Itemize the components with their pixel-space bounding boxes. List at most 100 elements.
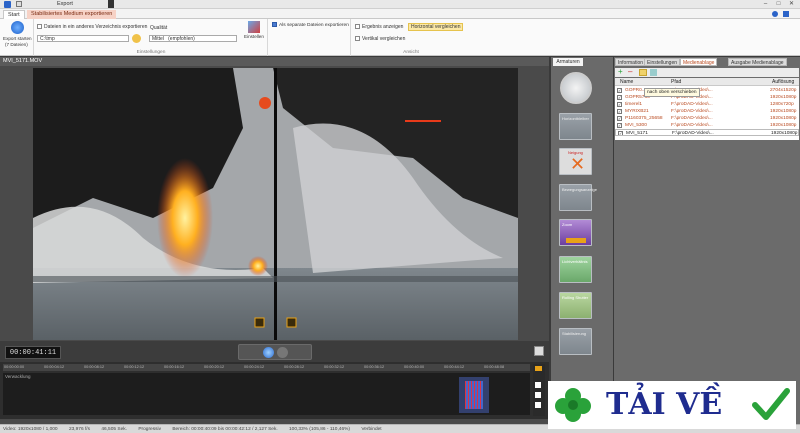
cross-icon: ✕: [570, 154, 586, 174]
tab-settings[interactable]: Einstellungen: [644, 58, 681, 66]
video-preview[interactable]: [33, 68, 518, 340]
timeline-tick: 00:00:40:00: [404, 365, 425, 369]
row-res: 1920x1080p: [771, 131, 798, 136]
row-checkbox[interactable]: ✓: [617, 95, 622, 100]
close-button[interactable]: ✕: [787, 1, 796, 8]
tab-start[interactable]: Start: [3, 10, 25, 19]
ribbon-tabs: Start Stabilisiertes Medium exportieren: [0, 9, 800, 19]
help-icon[interactable]: [772, 11, 778, 17]
row-checkbox[interactable]: ✓: [617, 123, 622, 128]
media-row[interactable]: ✓ MVI_5300 F:\proDAD-Video\... 1920x1080p: [615, 122, 799, 129]
watermark: TẢI VỀ: [548, 381, 796, 429]
row-checkbox[interactable]: ✓: [618, 131, 623, 135]
status-range: Bereich: 00:00:40:09 bis 00:00:42:12 / 2…: [172, 427, 278, 432]
move-down-icon[interactable]: [650, 69, 657, 76]
separate-group: Als separate Dateien exportieren: [269, 19, 351, 56]
gauge-light-label: Lichtverhältnis: [562, 259, 588, 264]
title-bar: Export – □ ✕: [0, 0, 800, 9]
settings-group-label: Einstellungen: [136, 50, 166, 55]
gauge-light[interactable]: Lichtverhältnis: [559, 256, 592, 283]
app-icon: [4, 1, 11, 8]
adjust-label: Einstellen: [244, 34, 264, 39]
option-checkbox[interactable]: [535, 402, 541, 408]
export-button-label: Export starten: [3, 36, 32, 41]
quality-select[interactable]: Mittel (empfohlen): [149, 35, 237, 42]
col-resolution[interactable]: Auflösung: [772, 79, 794, 85]
show-results-toggle[interactable]: Ergebnis anzeigen: [355, 24, 403, 30]
tab-information[interactable]: Information: [615, 58, 647, 66]
row-checkbox[interactable]: ✓: [617, 116, 622, 121]
tab-export-stabilized[interactable]: Stabilisiertes Medium exportieren: [27, 10, 117, 19]
clover-icon: [555, 388, 591, 422]
check-icon: [752, 388, 790, 420]
fullscreen-icon[interactable]: [534, 346, 544, 356]
timeline-tick: 00:00:04:12: [44, 365, 65, 369]
row-path: F:\proDAD-Video\...: [672, 131, 714, 136]
other-dir-checkbox[interactable]: Dateien in ein anderes Verzeichnis expor…: [37, 24, 147, 30]
row-res: 1920x1080p: [770, 116, 797, 121]
media-row[interactable]: ✓ MVI_5171 F:\proDAD-Video\... 1920x1080p: [615, 129, 799, 136]
gauge-panel-title: Armaturen: [553, 58, 583, 66]
status-video: Video: 1920x1080 / 1,000: [3, 427, 58, 432]
row-name: MVI_5300: [625, 123, 647, 128]
compare-horizontal-toggle[interactable]: Horizontal vergleichen: [408, 23, 464, 31]
tab-output-media-bin[interactable]: Ausgabe Medienablage: [728, 58, 787, 66]
gauge-motion[interactable]: Bewegungsanzeige: [559, 184, 597, 211]
row-path: F:\proDAD-Video\...: [671, 116, 713, 121]
option-checkbox[interactable]: [535, 382, 541, 388]
path-field[interactable]: C:\tmp: [37, 35, 129, 42]
option-checkbox[interactable]: [535, 392, 541, 398]
row-checkbox[interactable]: ✓: [617, 109, 622, 114]
timeline-tick: 00:00:20:12: [204, 365, 225, 369]
gauge-zoom-label: Zoom: [562, 222, 573, 227]
remove-icon[interactable]: –: [628, 68, 632, 76]
row-name: timerel1: [625, 102, 643, 107]
gauge-horizon[interactable]: Horizontbleiber: [559, 113, 592, 140]
folder-icon[interactable]: [132, 34, 141, 43]
media-row[interactable]: ✓GOPR0...F:\proDAD-Video\...2704x1520p: [615, 87, 799, 94]
timecode-display: 00:00:41:11: [5, 346, 61, 359]
separate-checkbox[interactable]: Als separate Dateien exportieren: [272, 22, 349, 28]
timeline-tick: 00:00:48:08: [484, 365, 505, 369]
gauge-stab-label: Stabilisierung: [562, 331, 587, 336]
save-icon[interactable]: [16, 1, 22, 7]
compare-vertical-toggle[interactable]: Vertikal vergleichen: [355, 36, 405, 42]
move-up-icon[interactable]: [639, 69, 647, 76]
export-start-button[interactable]: Export starten (7 Dateien): [2, 19, 34, 56]
row-res: 1920x1080p: [770, 95, 797, 100]
col-name[interactable]: Name: [620, 79, 633, 85]
shake-track[interactable]: Verwacklung: [3, 373, 530, 415]
video-frame: [33, 68, 518, 340]
gauge-zoom[interactable]: Zoom: [559, 219, 592, 246]
adjust-button[interactable]: Einstellen: [244, 21, 264, 51]
media-row[interactable]: ✓ P1160375_25658 F:\proDAD-Video\... 1920x1…: [615, 115, 799, 122]
film-icon: [108, 0, 114, 8]
zoom-bar: [566, 238, 586, 243]
gauge-rolling-shutter[interactable]: Rolling Shutter: [559, 292, 592, 319]
settings-icon[interactable]: [783, 11, 789, 17]
media-row[interactable]: ✓ timerel1 F:\proDAD-Video\... 1280x720p: [615, 101, 799, 108]
ribbon: Export starten (7 Dateien) Dateien in ei…: [0, 19, 800, 56]
minimize-button[interactable]: –: [761, 1, 770, 8]
marker-icon[interactable]: [535, 366, 542, 371]
playback-controls: [238, 344, 312, 360]
compass-gauge-icon[interactable]: [560, 72, 592, 104]
view-group: Ergebnis anzeigen Horizontal vergleichen…: [352, 19, 470, 56]
add-icon[interactable]: +: [618, 68, 623, 76]
gauge-tilt[interactable]: Neigung ✕: [559, 148, 592, 175]
row-checkbox[interactable]: ✓: [617, 88, 622, 93]
media-row[interactable]: ✓ MYRIXB21 F:\proDAD-Video\... 1920x1080p: [615, 108, 799, 115]
play-button[interactable]: [263, 347, 274, 358]
status-fps: 23,976 f/s: [68, 427, 91, 432]
loop-button[interactable]: [277, 347, 288, 358]
gauge-stabilization[interactable]: Stabilisierung: [559, 328, 592, 355]
row-checkbox[interactable]: ✓: [617, 102, 622, 107]
tab-media-bin[interactable]: Medienablage: [680, 58, 718, 66]
col-path[interactable]: Pfad: [671, 79, 681, 85]
row-res: 1920x1080p: [770, 109, 797, 114]
media-row[interactable]: ✓ GOPR5766 F:\proDAD-Video\... 1920x1080p: [615, 94, 799, 101]
shake-graph: [465, 381, 483, 409]
timeline-tick: 00:00:08:12: [84, 365, 105, 369]
view-group-label: Ansicht: [403, 50, 419, 55]
maximize-button[interactable]: □: [774, 1, 783, 8]
